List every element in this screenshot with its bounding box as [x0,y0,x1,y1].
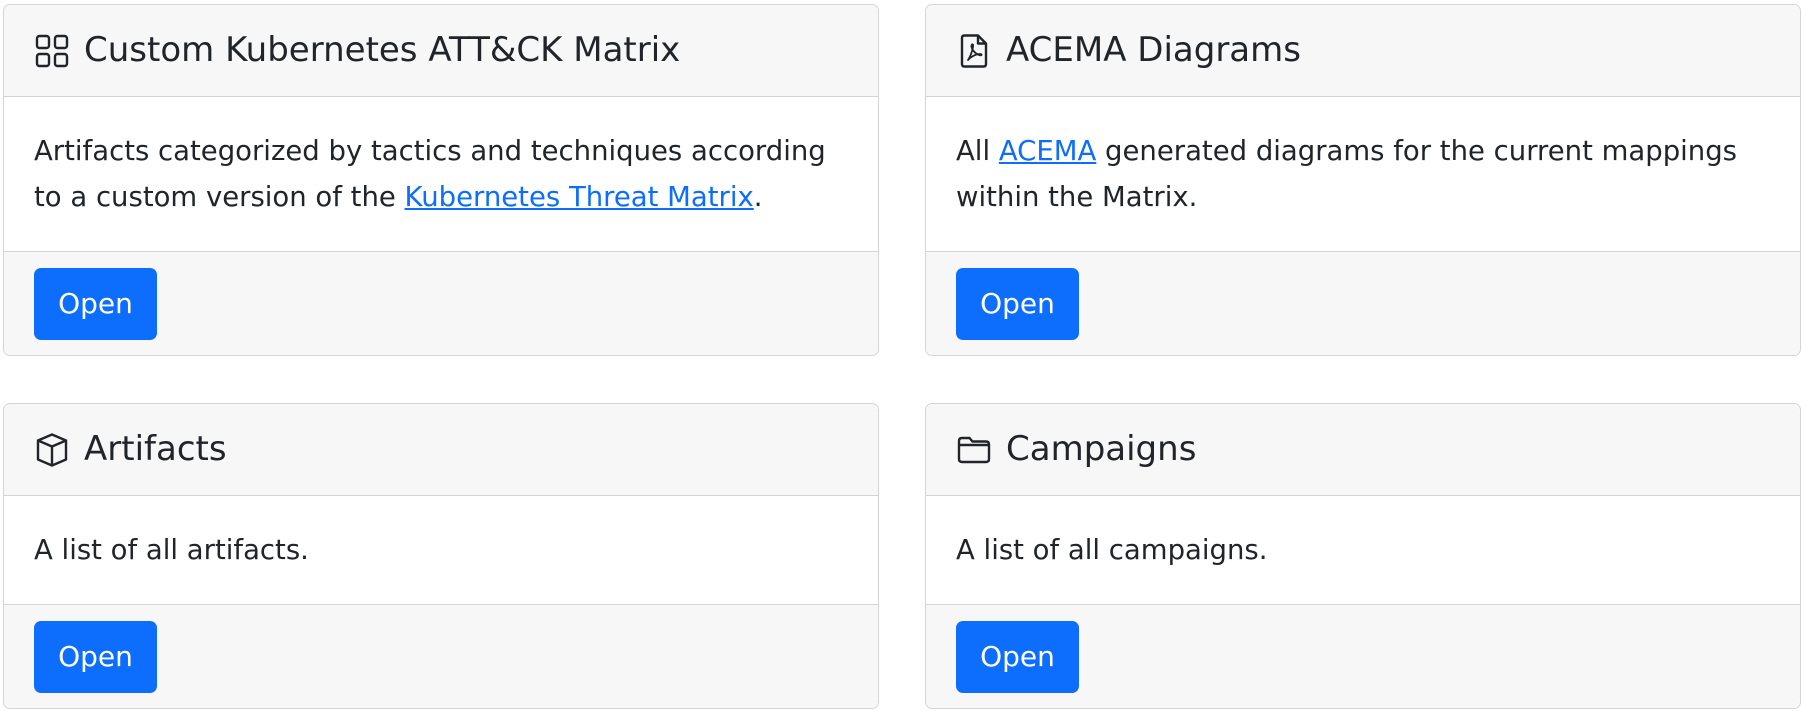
description-text: All [956,135,999,167]
card-footer: Open [926,251,1800,355]
acema-link[interactable]: ACEMA [999,135,1096,167]
card-body: A list of all artifacts. [4,496,878,604]
box-icon [34,432,70,468]
artifacts-card: Artifacts A list of all artifacts. Open [3,403,879,709]
card-footer: Open [4,604,878,708]
matrix-card: Custom Kubernetes ATT&CK Matrix Artifact… [3,4,879,356]
card-description: Artifacts categorized by tactics and tec… [34,128,848,220]
card-header: Campaigns [926,404,1800,496]
kubernetes-threat-matrix-link[interactable]: Kubernetes Threat Matrix [405,181,754,213]
pdf-file-icon [956,33,992,69]
card-header: ACEMA Diagrams [926,5,1800,97]
card-body: Artifacts categorized by tactics and tec… [4,97,878,251]
card-title: ACEMA Diagrams [1006,30,1301,71]
card-description: All ACEMA generated diagrams for the cur… [956,128,1770,220]
card-footer: Open [4,251,878,355]
open-campaigns-button[interactable]: Open [956,620,1079,693]
card-title: Campaigns [1006,429,1197,470]
card-description: A list of all artifacts. [34,534,309,566]
open-matrix-button[interactable]: Open [34,267,157,340]
card-body: A list of all campaigns. [926,496,1800,604]
card-body: All ACEMA generated diagrams for the cur… [926,97,1800,251]
acema-diagrams-card: ACEMA Diagrams All ACEMA generated diagr… [925,4,1801,356]
card-footer: Open [926,604,1800,708]
campaigns-card: Campaigns A list of all campaigns. Open [925,403,1801,709]
folder-icon [956,432,992,468]
grid-icon [34,33,70,69]
open-acema-button[interactable]: Open [956,267,1079,340]
card-description: A list of all campaigns. [956,534,1268,566]
open-artifacts-button[interactable]: Open [34,620,157,693]
card-header: Custom Kubernetes ATT&CK Matrix [4,5,878,97]
card-title: Artifacts [84,429,227,470]
card-title: Custom Kubernetes ATT&CK Matrix [84,30,681,71]
card-header: Artifacts [4,404,878,496]
description-text-end: . [753,181,763,213]
